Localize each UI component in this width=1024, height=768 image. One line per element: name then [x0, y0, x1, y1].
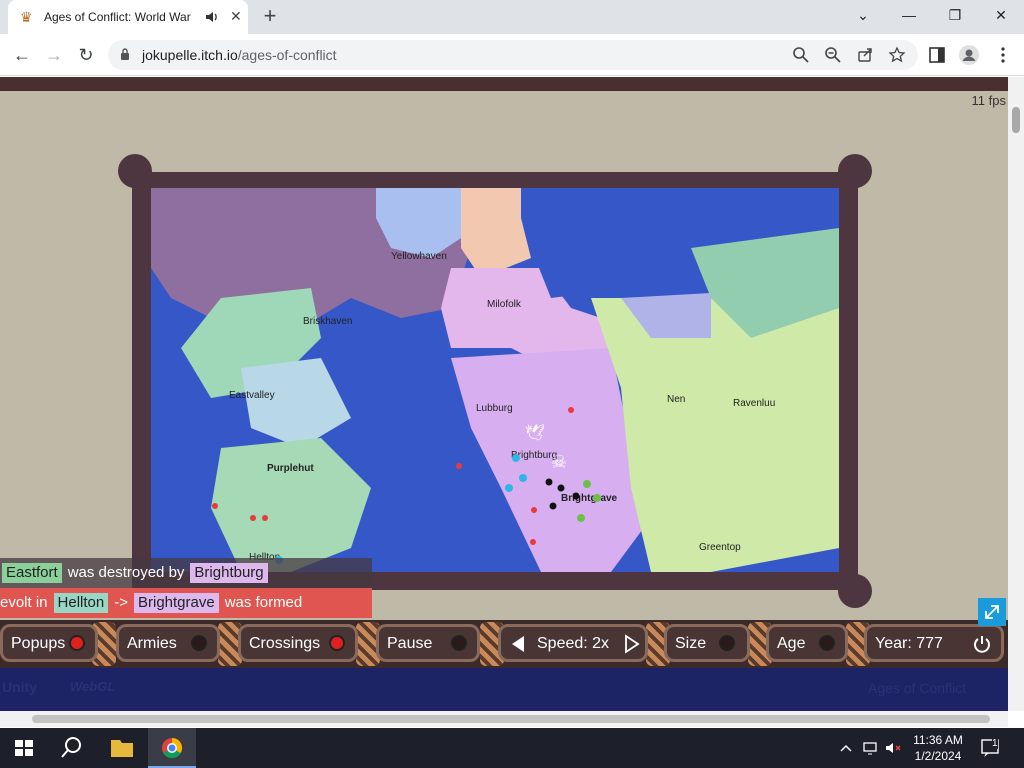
chrome-icon — [162, 737, 183, 759]
windows-start-icon[interactable] — [0, 728, 48, 768]
window-close-icon[interactable]: ✕ — [978, 0, 1024, 30]
star-icon[interactable] — [888, 46, 906, 64]
pause-toggle[interactable]: Pause — [376, 624, 480, 662]
world-map[interactable]: Yellowhaven Briskhaven Milofolk Eastvall… — [151, 188, 839, 572]
city-label: Greentop — [699, 542, 741, 553]
arrow-left-icon[interactable] — [509, 634, 527, 654]
indicator-light — [191, 635, 207, 651]
share-icon[interactable] — [856, 46, 874, 64]
game-control-bar: Popups Armies Crossings Pause Speed: 2x … — [0, 620, 1008, 668]
speaker-icon[interactable] — [204, 9, 220, 25]
speed-control[interactable]: Speed: 2x — [498, 624, 648, 662]
power-icon[interactable] — [971, 633, 993, 655]
indicator-light — [451, 635, 467, 651]
scroll-thumb[interactable] — [1012, 107, 1020, 133]
forward-icon[interactable]: → — [42, 43, 66, 67]
reload-icon[interactable]: ↻ — [74, 43, 98, 67]
city-label: Brightgrave — [561, 493, 618, 504]
fps-counter: 11 fps — [971, 93, 1006, 108]
dove-icon: 🕊 — [525, 424, 545, 442]
footer-game-title: Ages of Conflict — [868, 680, 967, 696]
kebab-menu-icon[interactable] — [992, 44, 1014, 66]
indicator-light — [719, 635, 735, 651]
city-label: Nen — [667, 394, 685, 405]
tab-title: Ages of Conflict: World War — [44, 10, 191, 24]
city-label: Eastvalley — [229, 390, 275, 401]
news-line: Eastfort was destroyed by Brightburg — [0, 558, 372, 588]
page-top-band — [0, 77, 1008, 91]
scroll-thumb[interactable] — [32, 715, 990, 723]
armies-toggle[interactable]: Armies — [116, 624, 220, 662]
chrome-taskbar-button[interactable] — [148, 728, 196, 768]
volume-muted-icon[interactable] — [884, 740, 902, 756]
news-line: evolt in Hellton -> Brightgrave was formed — [0, 588, 372, 618]
restore-icon[interactable]: ❐ — [932, 0, 978, 30]
horizontal-scrollbar[interactable] — [0, 711, 1008, 727]
indicator-light — [69, 635, 85, 651]
size-toggle[interactable]: Size — [664, 624, 750, 662]
plus-icon[interactable]: + — [258, 5, 282, 27]
city-label: Purplehut — [267, 463, 314, 474]
windows-taskbar: 11:36 AM 1/2/2024 1 — [0, 728, 1024, 768]
search-icon[interactable] — [48, 728, 96, 768]
lock-icon — [121, 48, 129, 60]
unity-footer: Unity WebGL Ages of Conflict — [0, 668, 1008, 711]
chevron-up-icon[interactable] — [838, 740, 854, 756]
crossings-toggle[interactable]: Crossings — [238, 624, 358, 662]
crown-icon: ♛ — [20, 9, 33, 25]
address-bar[interactable]: jokupelle.itch.io/ages-of-conflict — [108, 40, 918, 70]
vertical-scrollbar[interactable] — [1008, 77, 1024, 711]
browser-toolbar: ← → ↻ jokupelle.itch.io/ages-of-conflict — [0, 34, 1024, 76]
system-clock[interactable]: 11:36 AM 1/2/2024 — [906, 732, 970, 764]
webgl-logo: WebGL — [70, 679, 116, 694]
arrow-right-icon[interactable] — [623, 634, 641, 654]
sidebar-icon[interactable] — [926, 44, 948, 66]
popups-toggle[interactable]: Popups — [0, 624, 98, 662]
city-label: Ravenluu — [733, 398, 775, 409]
city-label: Yellowhaven — [391, 251, 447, 262]
skull-icon: ☠ — [551, 452, 567, 472]
fullscreen-button[interactable] — [978, 598, 1006, 626]
network-icon[interactable] — [862, 740, 880, 756]
notification-count: 1 — [992, 738, 998, 749]
indicator-light — [329, 635, 345, 651]
chevron-down-icon[interactable]: ⌄ — [840, 0, 886, 30]
expand-icon — [985, 605, 999, 619]
profile-icon[interactable] — [958, 44, 980, 66]
unity-logo: Unity — [2, 679, 37, 695]
url-text[interactable]: jokupelle.itch.io/ages-of-conflict — [142, 47, 337, 63]
city-label: Lubburg — [476, 403, 513, 414]
indicator-light — [819, 635, 835, 651]
city-label: Briskhaven — [303, 316, 352, 327]
age-toggle[interactable]: Age — [766, 624, 848, 662]
zoom-out-icon[interactable] — [824, 46, 842, 64]
tab-strip: ♛ Ages of Conflict: World War ✕ + ⌄ — ❐ … — [0, 0, 1024, 34]
year-display[interactable]: Year: 777 — [864, 624, 1004, 662]
game-page: 11 fps Yellowhaven Briskhaven Milofolk E… — [0, 77, 1008, 711]
city-label: Milofolk — [487, 299, 522, 310]
minimize-icon[interactable]: — — [886, 0, 932, 30]
back-icon[interactable]: ← — [10, 43, 34, 67]
browser-tab[interactable]: ♛ Ages of Conflict: World War ✕ — [8, 0, 248, 34]
search-icon[interactable] — [792, 46, 810, 64]
file-explorer-icon[interactable] — [98, 728, 146, 768]
close-icon[interactable]: ✕ — [230, 8, 242, 24]
